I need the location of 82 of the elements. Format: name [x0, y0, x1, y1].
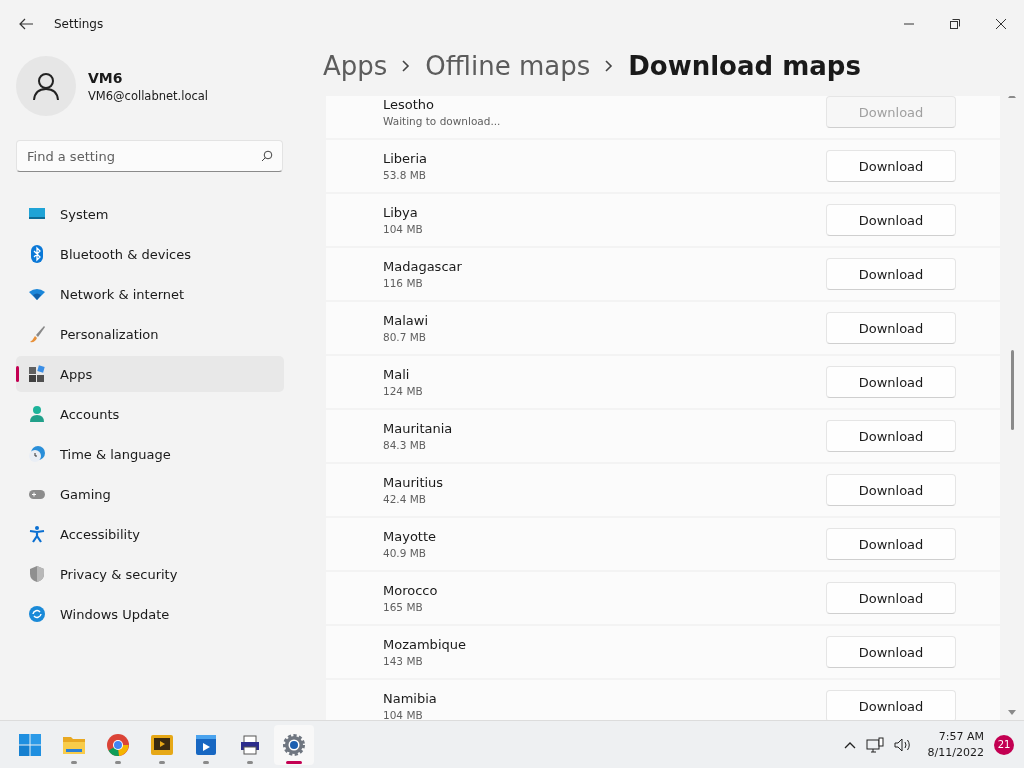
browser-icon[interactable] [106, 732, 130, 757]
sidebar-item[interactable]: Personalization [16, 316, 284, 352]
chevron-up-icon[interactable] [843, 740, 856, 749]
map-size: Waiting to download... [383, 115, 501, 127]
person-icon [31, 71, 61, 101]
download-button[interactable]: Download [826, 258, 956, 290]
download-button[interactable]: Download [826, 636, 956, 668]
map-size: 124 MB [383, 385, 423, 397]
map-name: Mozambique [383, 637, 466, 652]
map-name: Malawi [383, 313, 428, 328]
download-button[interactable]: Download [826, 690, 956, 720]
globe-clock-icon [28, 445, 46, 463]
map-name: Mali [383, 367, 411, 382]
map-size: 143 MB [383, 655, 424, 667]
map-name: Madagascar [383, 259, 462, 274]
sidebar-item[interactable]: Apps [16, 356, 284, 392]
download-button[interactable]: Download [826, 528, 956, 560]
map-name: Liberia [383, 151, 428, 166]
download-button[interactable]: Download [826, 150, 956, 182]
sidebar-item[interactable]: Time & language [16, 436, 284, 472]
person-icon [28, 405, 46, 423]
sidebar-item[interactable]: Privacy & security [16, 556, 284, 592]
window-title: Settings [54, 17, 104, 31]
user-name: VM6 [88, 69, 124, 86]
sidebar-item[interactable]: System [16, 196, 284, 232]
map-size: 104 MB [383, 709, 424, 720]
map-name: Mayotte [383, 529, 437, 544]
network-icon[interactable] [865, 736, 884, 753]
sidebar-item[interactable]: Bluetooth & devices [16, 236, 284, 272]
volume-icon[interactable] [893, 736, 912, 753]
scrollbar-thumb[interactable] [1010, 350, 1014, 430]
map-size: 116 MB [383, 277, 424, 289]
restore-icon [950, 19, 960, 29]
media-icon[interactable] [150, 732, 174, 757]
scroll-down-icon[interactable] [1008, 710, 1016, 716]
map-name: Libya [383, 205, 419, 220]
map-name: Lesotho [383, 97, 436, 112]
breadcrumb-item: Download maps [628, 51, 861, 81]
chevron-icon [604, 60, 615, 72]
map-size: 165 MB [383, 601, 424, 613]
sidebar-item[interactable]: Network & internet [16, 276, 284, 312]
sidebar-item[interactable]: Windows Update [16, 596, 284, 632]
breadcrumb-item[interactable]: Offline maps [425, 51, 591, 81]
download-button[interactable]: Download [826, 312, 956, 344]
sidebar-item[interactable]: Gaming [16, 476, 284, 512]
map-size: 80.7 MB [383, 331, 427, 343]
download-button[interactable]: Download [826, 474, 956, 506]
download-button[interactable]: Download [826, 420, 956, 452]
shield-icon [28, 565, 46, 583]
map-size: 84.3 MB [383, 439, 427, 451]
close-icon [996, 19, 1006, 29]
download-button[interactable]: Download [826, 582, 956, 614]
map-size: 53.8 MB [383, 169, 427, 181]
map-size: 104 MB [383, 223, 423, 235]
play-icon[interactable] [194, 732, 218, 757]
map-size: 40.9 MB [383, 547, 427, 559]
sidebar-item[interactable]: Accessibility [16, 516, 284, 552]
map-name: Namibia [383, 691, 437, 706]
selection-indicator [16, 366, 19, 382]
download-button[interactable]: Download [826, 366, 956, 398]
gear-icon[interactable] [282, 732, 306, 757]
search-icon[interactable] [261, 150, 273, 162]
user-email: VM6@collabnet.local [88, 88, 209, 103]
map-name: Mauritius [383, 475, 444, 490]
map-name: Mauritania [383, 421, 453, 436]
breadcrumb-item[interactable]: Apps [323, 51, 388, 81]
accessibility-icon [28, 525, 46, 543]
notification-badge[interactable]: 21 [994, 734, 1014, 755]
map-size: 42.4 MB [383, 493, 427, 505]
map-name: Morocco [383, 583, 438, 598]
sidebar-item[interactable]: Accounts [16, 396, 284, 432]
brush-icon [28, 325, 46, 343]
search-field[interactable]: Find a setting [16, 140, 283, 172]
back-icon[interactable] [18, 16, 34, 32]
clock[interactable]: 7:57 AM 8/11/2022 [927, 728, 984, 761]
chevron-icon [401, 60, 412, 72]
apps-icon [28, 365, 46, 383]
bluetooth-icon [28, 245, 46, 263]
printer-icon[interactable] [238, 732, 262, 757]
start-icon[interactable] [18, 732, 42, 757]
download-button[interactable]: Download [826, 204, 956, 236]
sync-icon [28, 605, 46, 623]
